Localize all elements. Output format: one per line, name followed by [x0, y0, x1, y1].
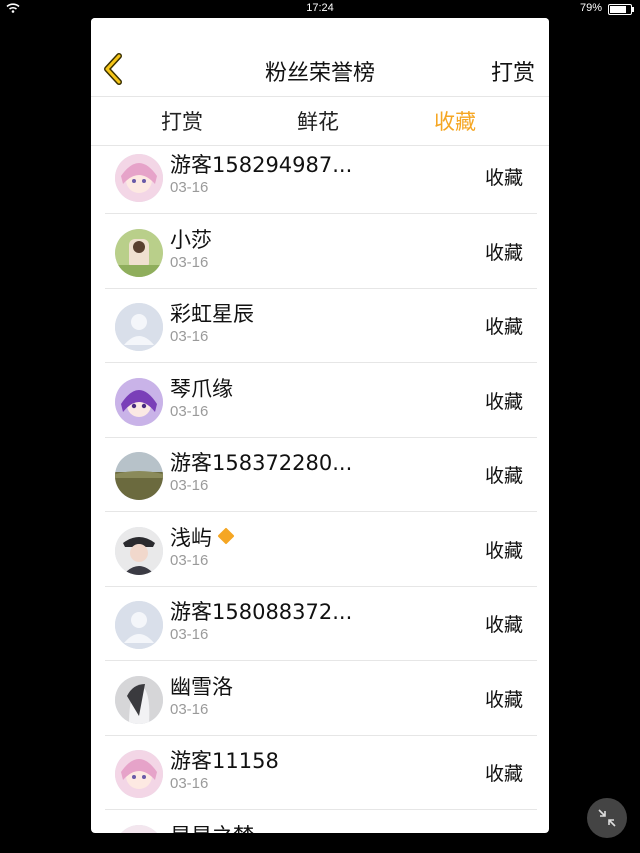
fan-name-text: 游客158088372... — [170, 600, 353, 624]
fan-name: 琴爪缘 — [170, 373, 233, 403]
status-time: 17:24 — [306, 2, 334, 14]
fan-name: 游客11158 — [170, 745, 279, 775]
avatar[interactable] — [115, 303, 163, 351]
fan-name: 小莎 — [170, 224, 212, 254]
fan-name: 游客158294987... — [170, 149, 352, 179]
fan-name-text: 星星之梦 — [170, 824, 254, 834]
avatar[interactable] — [115, 601, 163, 649]
battery-percent: 79% — [579, 2, 602, 14]
action-label: 收藏 — [484, 241, 523, 264]
nav-header: 粉丝荣誉榜 打赏 — [91, 18, 549, 97]
avatar[interactable] — [115, 824, 163, 833]
fan-list-item[interactable]: 游客11158 03-16 收藏 — [91, 736, 549, 810]
fan-date: 03-16 — [170, 700, 209, 718]
fan-list-item[interactable]: 浅屿 03-16 收藏 — [91, 513, 549, 587]
avatar[interactable] — [115, 675, 163, 724]
action-label: 收藏 — [484, 688, 523, 711]
avatar[interactable] — [115, 750, 163, 798]
fan-list-item[interactable]: 游客158294987... 03-16 收藏 — [91, 140, 549, 214]
status-bar: 17:24 79% — [0, 0, 640, 18]
fan-date: 03-16 — [170, 328, 209, 345]
page-title: 粉丝荣誉榜 — [264, 61, 375, 86]
fan-list-item[interactable]: 小莎 03-16 收藏 — [91, 215, 549, 289]
fan-date: 03-16 — [170, 626, 209, 643]
battery-icon — [608, 4, 634, 15]
fan-date: 03-16 — [170, 551, 209, 569]
collapse-icon — [598, 809, 616, 827]
fan-list-item[interactable]: 星星之梦 — [91, 811, 549, 834]
fan-date: 03-16 — [170, 402, 209, 420]
fan-date: 03-16 — [170, 775, 209, 792]
avatar[interactable] — [115, 526, 163, 575]
fan-list-item[interactable]: 幽雪洛 03-16 收藏 — [91, 662, 549, 736]
tab-flowers[interactable]: 鲜花 — [258, 106, 378, 136]
fan-date: 03-16 — [170, 477, 209, 494]
action-label: 收藏 — [484, 539, 523, 562]
fan-name-text: 彩虹星辰 — [170, 302, 254, 326]
fan-name: 星星之梦 — [170, 820, 254, 834]
fan-name-text: 游客158372280... — [170, 451, 353, 475]
reward-button[interactable]: 打赏 — [491, 55, 535, 87]
fan-list-item[interactable]: 游客158372280... 03-16 收藏 — [91, 438, 549, 512]
fan-name-text: 幽雪洛 — [170, 674, 233, 699]
fan-name: 幽雪洛 — [170, 671, 233, 701]
action-label: 收藏 — [484, 465, 523, 487]
fan-list-item[interactable]: 游客158088372... 03-16 收藏 — [91, 587, 549, 661]
avatar[interactable] — [115, 228, 163, 277]
fan-date: 03-16 — [170, 179, 209, 196]
avatar[interactable] — [115, 154, 163, 202]
fan-name: 游客158372280... — [170, 447, 352, 477]
tab-favorites[interactable]: 收藏 — [395, 106, 515, 136]
action-label: 收藏 — [484, 763, 523, 785]
action-label: 收藏 — [484, 614, 523, 636]
action-label: 收藏 — [484, 316, 523, 338]
collapse-button[interactable] — [587, 798, 627, 838]
avatar[interactable] — [115, 377, 163, 426]
fan-honor-panel: 粉丝荣誉榜 打赏 打赏 鲜花 收藏 游客158294987... 03-16 收藏小… — [91, 18, 549, 833]
fan-name: 彩虹星辰 — [170, 298, 254, 328]
tab-bar: 打赏 鲜花 收藏 — [91, 97, 549, 146]
fan-list-item[interactable]: 琴爪缘 03-16 收藏 — [91, 364, 549, 438]
tab-reward[interactable]: 打赏 — [122, 106, 242, 136]
fan-name: 浅屿 — [170, 522, 235, 552]
fan-name-text: 浅屿 — [170, 525, 212, 550]
fan-name-text: 小莎 — [170, 227, 212, 252]
action-label: 收藏 — [484, 167, 523, 189]
fan-list-item[interactable]: 彩虹星辰 03-16 收藏 — [91, 289, 549, 363]
action-label: 收藏 — [484, 390, 523, 413]
fan-name: 游客158088372... — [170, 596, 352, 626]
fan-name-text: 游客158294987... — [170, 153, 353, 177]
fan-name-text: 游客11158 — [170, 749, 279, 773]
avatar[interactable] — [115, 452, 163, 500]
diamond-icon — [217, 527, 235, 544]
fan-date: 03-16 — [170, 253, 209, 271]
fan-name-text: 琴爪缘 — [170, 376, 233, 401]
